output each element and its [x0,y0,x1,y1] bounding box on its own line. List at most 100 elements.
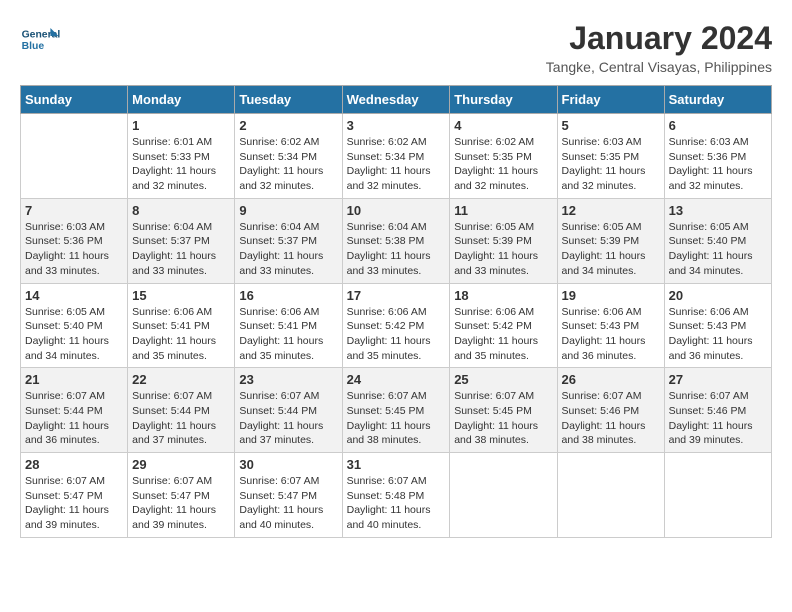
day-info: Sunrise: 6:07 AMSunset: 5:47 PMDaylight:… [132,474,230,533]
day-number: 10 [347,203,446,218]
day-info: Sunrise: 6:07 AMSunset: 5:45 PMDaylight:… [347,389,446,448]
calendar-cell: 22Sunrise: 6:07 AMSunset: 5:44 PMDayligh… [128,368,235,453]
weekday-header-sunday: Sunday [21,86,128,114]
day-number: 19 [562,288,660,303]
calendar-cell [557,453,664,538]
day-number: 12 [562,203,660,218]
page-header: General Blue January 2024 Tangke, Centra… [20,20,772,75]
day-info: Sunrise: 6:05 AMSunset: 5:40 PMDaylight:… [669,220,767,279]
calendar-week-4: 21 Sunrise: 6:07 AMSunset: 5:44 PMDayligh… [21,368,772,453]
day-info: Sunrise: 6:02 AMSunset: 5:34 PMDaylight:… [239,135,337,194]
day-info: Sunrise: 6:07 AMSunset: 5:45 PMDaylight:… [454,389,552,448]
calendar-cell: 18Sunrise: 6:06 AMSunset: 5:42 PMDayligh… [450,283,557,368]
location: Tangke, Central Visayas, Philippines [546,59,772,75]
day-number: 25 [454,372,552,387]
day-info: Sunrise: 6:05 AMSunset: 5:39 PMDaylight:… [454,220,552,279]
day-number: 8 [132,203,230,218]
calendar-cell: 29 Sunrise: 6:07 AMSunset: 5:47 PMDayligh… [128,453,235,538]
calendar-cell: 13Sunrise: 6:05 AMSunset: 5:40 PMDayligh… [664,198,771,283]
day-number: 27 [669,372,767,387]
calendar-cell [664,453,771,538]
calendar-header: SundayMondayTuesdayWednesdayThursdayFrid… [21,86,772,114]
day-info: Sunrise: 6:01 AMSunset: 5:33 PMDaylight:… [132,135,230,194]
calendar-week-2: 7 Sunrise: 6:03 AMSunset: 5:36 PMDaylight… [21,198,772,283]
day-number: 30 [239,457,337,472]
title-block: January 2024 Tangke, Central Visayas, Ph… [546,20,772,75]
calendar-cell: 24 Sunrise: 6:07 AMSunset: 5:45 PMDayligh… [342,368,450,453]
calendar-cell [21,114,128,199]
day-info: Sunrise: 6:04 AMSunset: 5:37 PMDaylight:… [132,220,230,279]
calendar-cell: 31Sunrise: 6:07 AMSunset: 5:48 PMDayligh… [342,453,450,538]
day-info: Sunrise: 6:06 AMSunset: 5:42 PMDaylight:… [347,305,446,364]
day-info: Sunrise: 6:03 AMSunset: 5:36 PMDaylight:… [25,220,123,279]
day-number: 3 [347,118,446,133]
calendar-cell: 27 Sunrise: 6:07 AMSunset: 5:46 PMDayligh… [664,368,771,453]
day-number: 29 [132,457,230,472]
calendar-cell: 21 Sunrise: 6:07 AMSunset: 5:44 PMDayligh… [21,368,128,453]
day-number: 21 [25,372,123,387]
day-info: Sunrise: 6:07 AMSunset: 5:44 PMDaylight:… [25,389,123,448]
calendar-cell: 20 Sunrise: 6:06 AMSunset: 5:43 PMDayligh… [664,283,771,368]
day-number: 1 [132,118,230,133]
calendar-cell: 3 Sunrise: 6:02 AMSunset: 5:34 PMDaylight… [342,114,450,199]
calendar-cell: 5Sunrise: 6:03 AMSunset: 5:35 PMDaylight… [557,114,664,199]
calendar-cell: 7 Sunrise: 6:03 AMSunset: 5:36 PMDaylight… [21,198,128,283]
day-info: Sunrise: 6:07 AMSunset: 5:46 PMDaylight:… [669,389,767,448]
day-info: Sunrise: 6:04 AMSunset: 5:38 PMDaylight:… [347,220,446,279]
month-year: January 2024 [546,20,772,57]
calendar-cell [450,453,557,538]
weekday-header-tuesday: Tuesday [235,86,342,114]
day-number: 23 [239,372,337,387]
calendar-cell: 4 Sunrise: 6:02 AMSunset: 5:35 PMDaylight… [450,114,557,199]
calendar-cell: 19Sunrise: 6:06 AMSunset: 5:43 PMDayligh… [557,283,664,368]
calendar-table: SundayMondayTuesdayWednesdayThursdayFrid… [20,85,772,538]
day-info: Sunrise: 6:06 AMSunset: 5:42 PMDaylight:… [454,305,552,364]
calendar-cell: 30Sunrise: 6:07 AMSunset: 5:47 PMDayligh… [235,453,342,538]
day-number: 9 [239,203,337,218]
day-number: 17 [347,288,446,303]
calendar-cell: 14 Sunrise: 6:05 AMSunset: 5:40 PMDayligh… [21,283,128,368]
calendar-cell: 8 Sunrise: 6:04 AMSunset: 5:37 PMDaylight… [128,198,235,283]
day-number: 15 [132,288,230,303]
day-info: Sunrise: 6:06 AMSunset: 5:43 PMDaylight:… [669,305,767,364]
day-number: 16 [239,288,337,303]
day-info: Sunrise: 6:07 AMSunset: 5:46 PMDaylight:… [562,389,660,448]
day-number: 28 [25,457,123,472]
calendar-cell: 25 Sunrise: 6:07 AMSunset: 5:45 PMDayligh… [450,368,557,453]
calendar-cell: 15Sunrise: 6:06 AMSunset: 5:41 PMDayligh… [128,283,235,368]
weekday-header-wednesday: Wednesday [342,86,450,114]
day-info: Sunrise: 6:04 AMSunset: 5:37 PMDaylight:… [239,220,337,279]
calendar-cell: 17 Sunrise: 6:06 AMSunset: 5:42 PMDayligh… [342,283,450,368]
weekday-header-friday: Friday [557,86,664,114]
day-number: 26 [562,372,660,387]
day-number: 6 [669,118,767,133]
day-number: 11 [454,203,552,218]
logo: General Blue [20,20,64,60]
day-number: 14 [25,288,123,303]
day-info: Sunrise: 6:03 AMSunset: 5:36 PMDaylight:… [669,135,767,194]
day-info: Sunrise: 6:03 AMSunset: 5:35 PMDaylight:… [562,135,660,194]
day-number: 22 [132,372,230,387]
calendar-cell: 9 Sunrise: 6:04 AMSunset: 5:37 PMDaylight… [235,198,342,283]
calendar-cell: 11 Sunrise: 6:05 AMSunset: 5:39 PMDayligh… [450,198,557,283]
calendar-week-3: 14 Sunrise: 6:05 AMSunset: 5:40 PMDayligh… [21,283,772,368]
calendar-cell: 23 Sunrise: 6:07 AMSunset: 5:44 PMDayligh… [235,368,342,453]
calendar-cell: 1 Sunrise: 6:01 AMSunset: 5:33 PMDaylight… [128,114,235,199]
day-number: 2 [239,118,337,133]
calendar-cell: 2 Sunrise: 6:02 AMSunset: 5:34 PMDaylight… [235,114,342,199]
calendar-cell: 10 Sunrise: 6:04 AMSunset: 5:38 PMDayligh… [342,198,450,283]
day-info: Sunrise: 6:07 AMSunset: 5:44 PMDaylight:… [239,389,337,448]
day-info: Sunrise: 6:02 AMSunset: 5:34 PMDaylight:… [347,135,446,194]
day-info: Sunrise: 6:05 AMSunset: 5:40 PMDaylight:… [25,305,123,364]
day-info: Sunrise: 6:02 AMSunset: 5:35 PMDaylight:… [454,135,552,194]
day-info: Sunrise: 6:06 AMSunset: 5:41 PMDaylight:… [239,305,337,364]
day-info: Sunrise: 6:07 AMSunset: 5:47 PMDaylight:… [25,474,123,533]
weekday-header-saturday: Saturday [664,86,771,114]
svg-text:Blue: Blue [22,41,45,52]
calendar-week-1: 1 Sunrise: 6:01 AMSunset: 5:33 PMDaylight… [21,114,772,199]
day-number: 7 [25,203,123,218]
day-number: 24 [347,372,446,387]
day-number: 20 [669,288,767,303]
day-number: 4 [454,118,552,133]
calendar-cell: 28 Sunrise: 6:07 AMSunset: 5:47 PMDayligh… [21,453,128,538]
